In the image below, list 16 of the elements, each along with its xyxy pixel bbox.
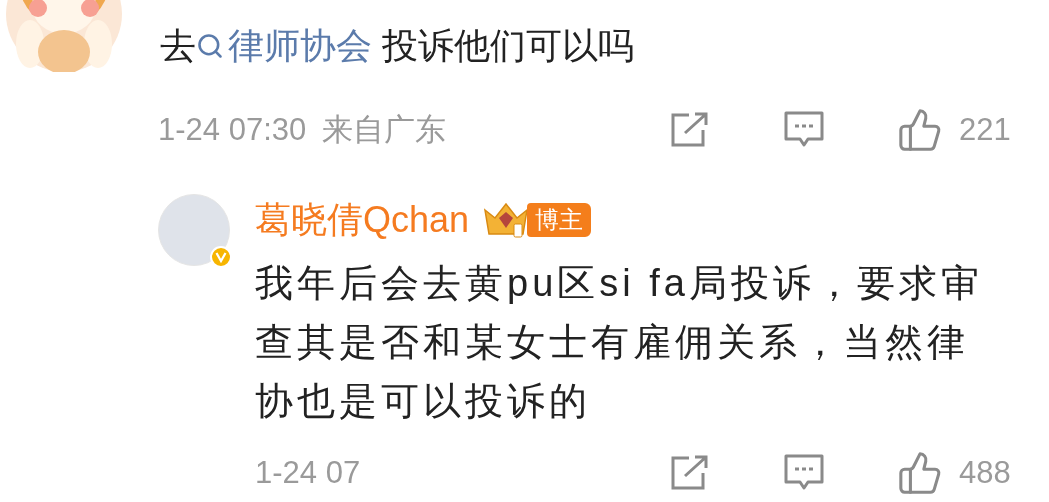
share-icon[interactable] [669, 112, 709, 148]
comment-text: 投诉他们可以吗 [381, 24, 634, 68]
share-icon[interactable] [669, 455, 709, 491]
topic-link[interactable]: 律师协会 [196, 19, 372, 73]
author-name[interactable]: 葛晓倩Qchan [255, 193, 470, 247]
thumbs-up-icon[interactable] [897, 107, 943, 153]
reply-text: 我年后会去黄pu区si fa局投诉，要求审查其是否和某女士有雇佣关系，当然律协也是可以投诉的 [255, 261, 984, 424]
like-count: 221 [959, 110, 1012, 149]
like-count: 488 [959, 453, 1012, 492]
comment-text: 去 [160, 24, 196, 68]
search-icon [196, 32, 224, 60]
thumbs-up-icon[interactable] [897, 450, 943, 496]
blogger-badge: 博主 [527, 203, 592, 237]
comment-time: 1-24 07 [255, 453, 361, 492]
comment-time: 1-24 07:30 [158, 110, 307, 149]
comment-location: 来自广东 [322, 110, 447, 149]
